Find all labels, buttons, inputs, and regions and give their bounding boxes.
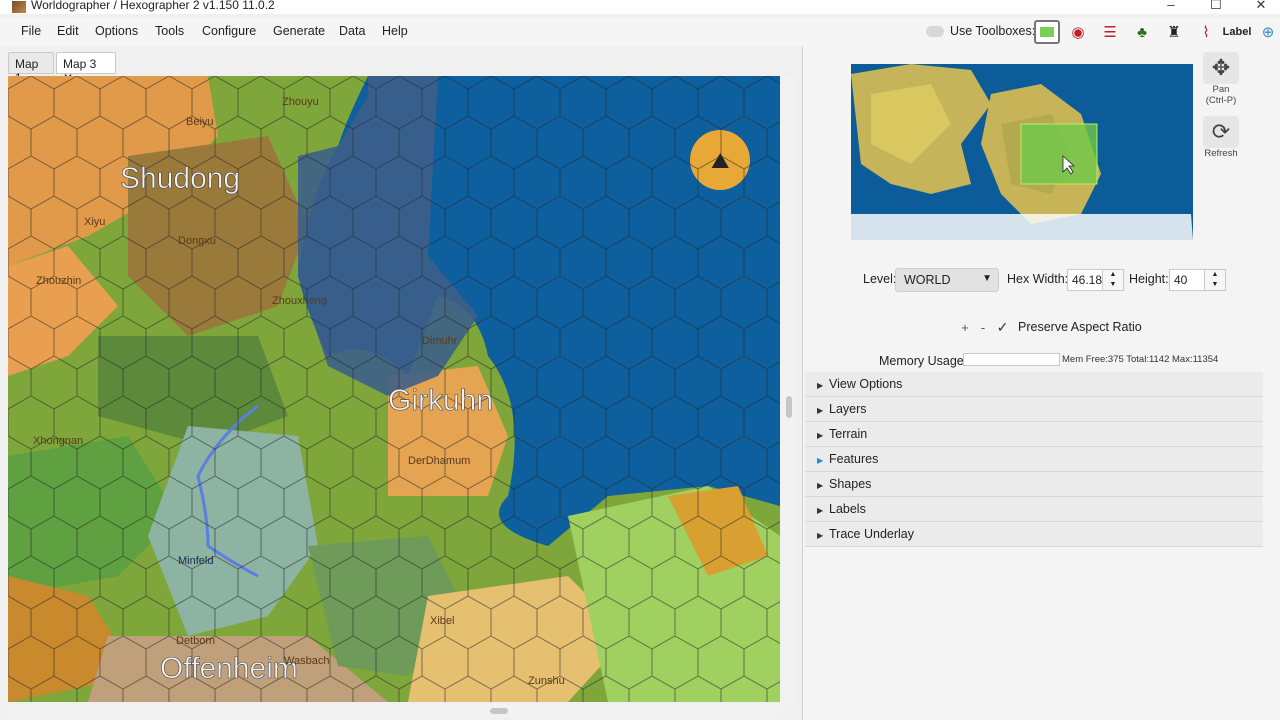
level-label: Level: (863, 272, 897, 286)
hex-width-stepper[interactable]: ▲ ▼ (1102, 269, 1124, 291)
town-label: Xibel (430, 615, 454, 627)
town-label: Beiyu (186, 116, 214, 128)
memory-usage-text: Mem Free:375 Total:1142 Max:11354 (1062, 354, 1219, 365)
memory-usage-label: Memory Usage: (879, 354, 968, 368)
hex-map[interactable]: ⛰ Shudong Girkuhn Offenheim Zhouyu Beiyu… (8, 76, 780, 702)
expand-arrow-icon: ▶ (817, 431, 824, 440)
pan-hand-icon: ✥ (1203, 52, 1239, 84)
section-features[interactable]: ▶ Features (805, 447, 1263, 472)
pan-tool[interactable]: ✥ Pan (Ctrl-P) (1201, 52, 1241, 106)
expand-arrow-icon: ▶ (817, 381, 824, 390)
region-label: Offenheim (160, 652, 298, 685)
town-label: Zunshu (528, 675, 565, 687)
maximize-button[interactable]: ☐ (1193, 0, 1239, 13)
town-label: Zhouxheng (272, 295, 327, 307)
expand-arrow-icon: ▶ (817, 456, 824, 465)
tower-icon[interactable]: ♜ (1161, 20, 1187, 44)
window-title: Worldographer / Hexographer 2 v1.150 11.… (31, 0, 275, 12)
tree-icon[interactable]: ♣ (1129, 20, 1155, 44)
label-icon[interactable]: Label (1223, 20, 1252, 44)
height-stepper[interactable]: ▲ ▼ (1204, 269, 1226, 291)
region-label: Girkuhn (388, 384, 493, 417)
expand-arrow-icon: ▶ (817, 481, 824, 490)
title-bar: Worldographer / Hexographer 2 v1.150 11.… (0, 0, 1280, 14)
minimize-button[interactable]: – (1148, 0, 1194, 13)
tab-map-3[interactable]: Map 3 ✕ (56, 52, 116, 85)
refresh-label: Refresh (1204, 148, 1238, 159)
level-select[interactable]: WORLD ▼ (895, 268, 999, 292)
world-minimap[interactable] (851, 64, 1193, 240)
town-label: Zhouyu (282, 96, 319, 108)
menu-options[interactable]: Options (95, 24, 138, 38)
town-label: Minfeld (178, 555, 213, 567)
map-vertical-scrollbar[interactable] (782, 76, 796, 704)
expand-arrow-icon: ▶ (817, 406, 824, 415)
menu-configure[interactable]: Configure (202, 24, 256, 38)
preserve-aspect-checkbox[interactable]: ✓ (994, 319, 1011, 336)
layers-icon[interactable]: ☰ (1097, 20, 1123, 44)
town-label: DerDhamum (408, 455, 470, 467)
town-label: Dongxu (178, 235, 216, 247)
globe-icon[interactable]: ⊕ (1256, 20, 1280, 44)
town-label: Detborn (176, 635, 215, 647)
section-trace-underlay[interactable]: ▶ Trace Underlay (805, 522, 1263, 547)
pan-shortcut: (Ctrl-P) (1205, 95, 1237, 106)
eye-icon[interactable]: ◉ (1065, 20, 1091, 44)
chevron-down-icon: ▼ (982, 273, 992, 284)
refresh-tool[interactable]: ⟳ Refresh (1201, 116, 1241, 159)
zoom-out-button[interactable]: - (975, 320, 991, 336)
menu-file[interactable]: File (21, 24, 41, 38)
zoom-in-button[interactable]: + (957, 320, 973, 336)
horizontal-scroll-thumb[interactable] (490, 708, 508, 714)
level-value: WORLD (904, 273, 951, 287)
hex-width-label: Hex Width: (1007, 272, 1069, 286)
menu-help[interactable]: Help (382, 24, 408, 38)
region-label: Shudong (120, 162, 240, 195)
town-label: Dimuhr (422, 335, 458, 347)
menu-data[interactable]: Data (339, 24, 365, 38)
section-layers[interactable]: ▶ Layers (805, 397, 1263, 422)
terrain-swatch-icon[interactable] (1034, 20, 1060, 44)
sidebar-panel: ✥ Pan (Ctrl-P) ⟳ Refresh Level: WORLD ▼ … (802, 46, 1280, 720)
pan-label: Pan (1212, 84, 1230, 95)
refresh-icon: ⟳ (1203, 116, 1239, 148)
section-shapes[interactable]: ▶ Shapes (805, 472, 1263, 497)
height-input[interactable]: 40 (1169, 269, 1205, 291)
town-label: Xhongnan (33, 435, 83, 447)
section-terrain[interactable]: ▶ Terrain (805, 422, 1263, 447)
section-view-options[interactable]: ▶ View Options (805, 372, 1263, 397)
section-labels[interactable]: ▶ Labels (805, 497, 1263, 522)
toolboxes-toggle[interactable] (926, 26, 944, 37)
hex-width-input[interactable]: 46.18 (1067, 269, 1103, 291)
town-label: Zhouzhin (36, 275, 81, 287)
expand-arrow-icon: ▶ (817, 531, 824, 540)
town-label: Wasbach (284, 655, 329, 667)
shape-icon[interactable]: ⌇ (1193, 20, 1219, 44)
height-label: Height: (1129, 272, 1169, 286)
toolboxes-label: Use Toolboxes: (950, 24, 1036, 38)
app-icon (12, 1, 26, 13)
town-label: Xiyu (84, 216, 105, 228)
preserve-aspect-label: Preserve Aspect Ratio (1018, 320, 1142, 334)
close-button[interactable]: ✕ (1238, 0, 1280, 13)
tab-map-3-label: Map 3 (63, 57, 97, 71)
menu-generate[interactable]: Generate (273, 24, 325, 38)
map-horizontal-scrollbar[interactable] (8, 704, 782, 718)
sidebar-accordion: ▶ View Options ▶ Layers ▶ Terrain ▶ Features… (805, 372, 1263, 547)
hex-map-canvas[interactable]: ⛰ Shudong Girkuhn Offenheim Zhouyu Beiyu… (8, 76, 780, 702)
tab-map-1[interactable]: Map 1 (8, 52, 54, 85)
expand-arrow-icon: ▶ (817, 506, 824, 515)
minimap-viewport[interactable] (1020, 123, 1098, 185)
memory-usage-bar (963, 353, 1060, 366)
vertical-scroll-thumb[interactable] (786, 396, 792, 418)
menu-tools[interactable]: Tools (155, 24, 184, 38)
menu-edit[interactable]: Edit (57, 24, 79, 38)
